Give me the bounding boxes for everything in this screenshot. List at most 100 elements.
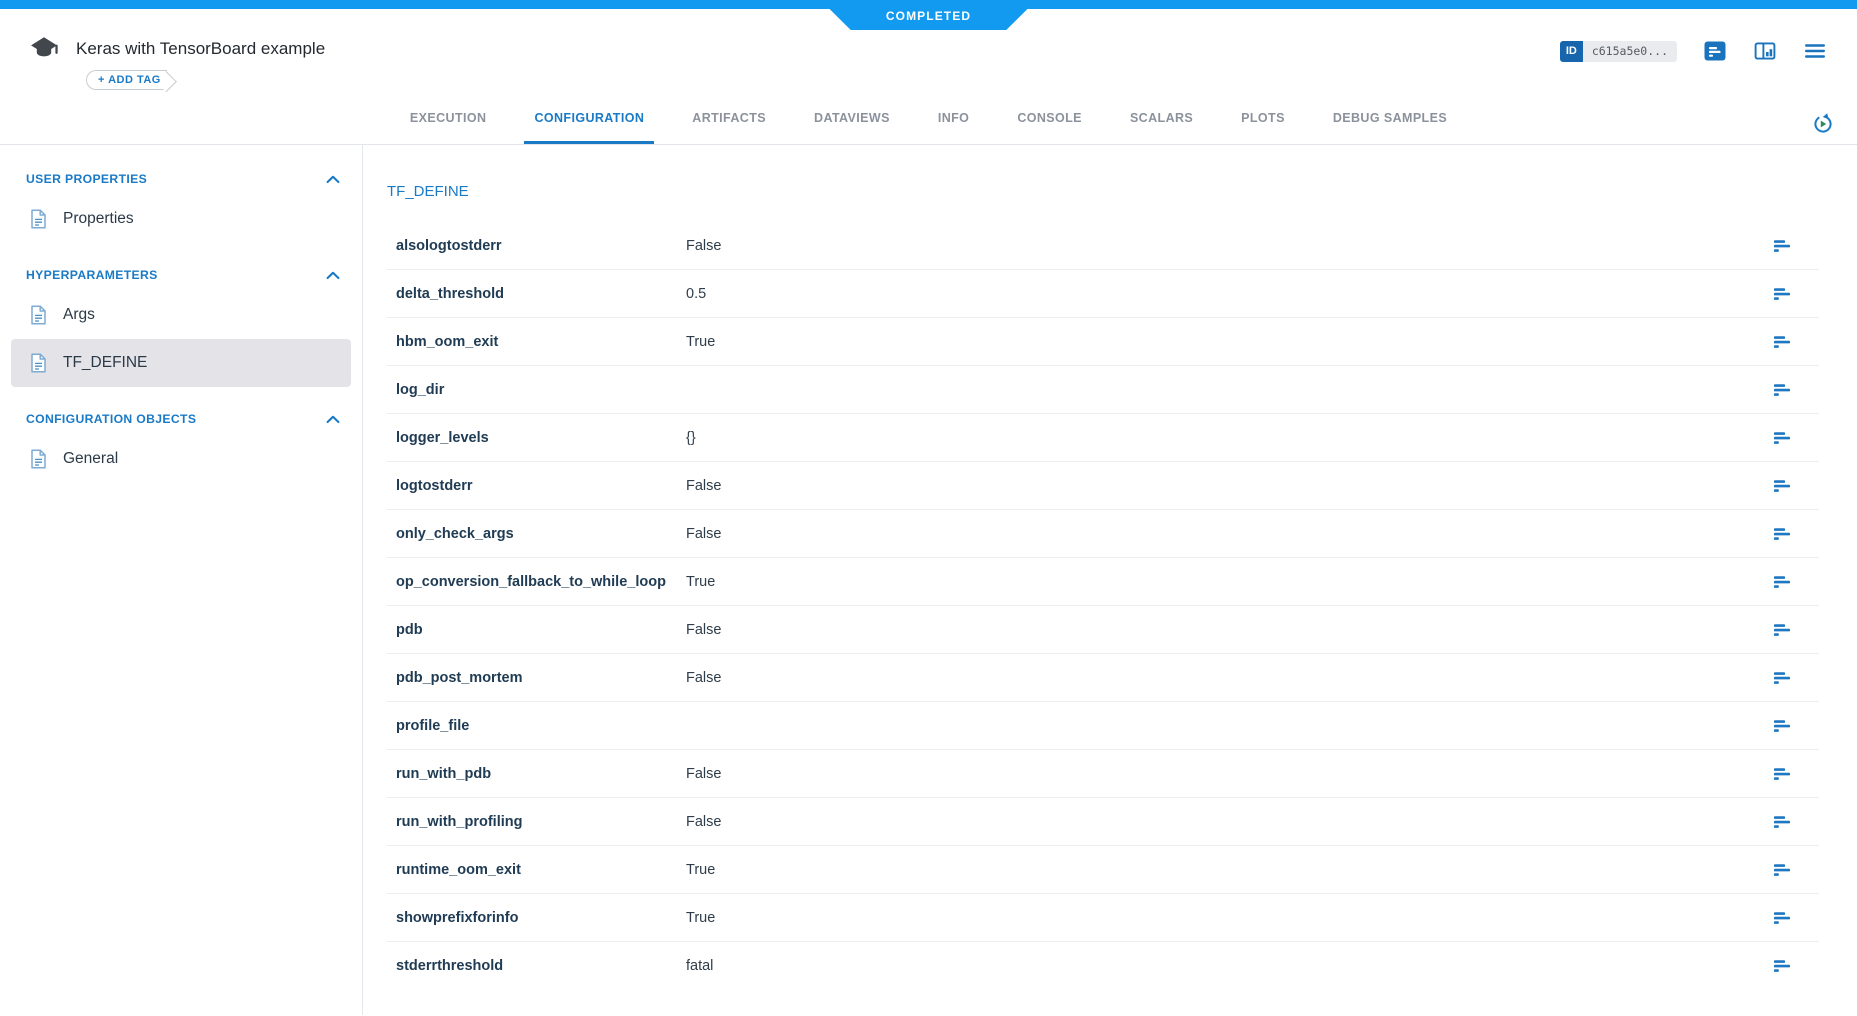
param-value: False — [686, 622, 1773, 638]
sidebar-item-tf-define[interactable]: TF_DEFINE — [11, 339, 351, 387]
param-table: alsologtostderr False delta_threshold 0.… — [387, 222, 1819, 990]
chevron-up-icon[interactable] — [326, 175, 340, 184]
param-name: alsologtostderr — [396, 238, 686, 254]
tab-info[interactable]: INFO — [928, 111, 979, 144]
details-panel-icon[interactable] — [1703, 39, 1727, 63]
param-name: logtostderr — [396, 478, 686, 494]
param-details-icon[interactable] — [1773, 815, 1791, 829]
tab-scalars[interactable]: SCALARS — [1120, 111, 1203, 144]
param-row: logger_levels {} — [387, 414, 1819, 462]
param-row: run_with_pdb False — [387, 750, 1819, 798]
sidebar-section-items: General — [0, 435, 362, 483]
param-details-icon[interactable] — [1773, 431, 1791, 445]
param-name: delta_threshold — [396, 286, 686, 302]
param-value: False — [686, 526, 1773, 542]
document-icon — [30, 209, 47, 229]
param-value: True — [686, 574, 1773, 590]
tab-artifacts[interactable]: ARTIFACTS — [682, 111, 776, 144]
param-value: False — [686, 814, 1773, 830]
chevron-up-icon[interactable] — [326, 271, 340, 280]
param-name: runtime_oom_exit — [396, 862, 686, 878]
param-details-icon[interactable] — [1773, 863, 1791, 877]
param-row: run_with_profiling False — [387, 798, 1819, 846]
experiment-title: Keras with TensorBoard example — [76, 39, 325, 59]
param-row: pdb_post_mortem False — [387, 654, 1819, 702]
param-name: op_conversion_fallback_to_while_loop — [396, 574, 686, 590]
sidebar-section: USER PROPERTIES Properties — [0, 171, 362, 243]
param-value: {} — [686, 430, 1773, 446]
content-layout: USER PROPERTIES Properties HYPERPARAMETE… — [0, 145, 1857, 1015]
param-details-icon[interactable] — [1773, 911, 1791, 925]
tab-bar: EXECUTION CONFIGURATION ARTIFACTS DATAVIEWS… — [0, 111, 1857, 144]
param-details-icon[interactable] — [1773, 575, 1791, 589]
sidebar-section-label: CONFIGURATION OBJECTS — [26, 412, 196, 426]
param-details-icon[interactable] — [1773, 719, 1791, 733]
param-value: True — [686, 862, 1773, 878]
sidebar: USER PROPERTIES Properties HYPERPARAMETE… — [0, 145, 363, 1015]
param-row: delta_threshold 0.5 — [387, 270, 1819, 318]
sidebar-section-header[interactable]: USER PROPERTIES — [0, 171, 362, 187]
param-name: log_dir — [396, 382, 686, 398]
add-tag-label: + ADD TAG — [98, 74, 161, 86]
sidebar-item-label: General — [63, 450, 118, 468]
param-details-icon[interactable] — [1773, 335, 1791, 349]
param-row: alsologtostderr False — [387, 222, 1819, 270]
param-value: True — [686, 334, 1773, 350]
document-icon — [30, 449, 47, 469]
split-view-icon[interactable] — [1753, 39, 1777, 63]
experiment-icon — [28, 33, 60, 65]
sidebar-item-label: Properties — [63, 210, 134, 228]
experiment-header: Keras with TensorBoard example — [28, 33, 325, 65]
tab-dataviews[interactable]: DATAVIEWS — [804, 111, 900, 144]
sidebar-section: HYPERPARAMETERS Args TF_DEFINE — [0, 267, 362, 387]
param-name: logger_levels — [396, 430, 686, 446]
sidebar-item-general[interactable]: General — [11, 435, 351, 483]
param-value: False — [686, 478, 1773, 494]
param-details-icon[interactable] — [1773, 527, 1791, 541]
section-title: TF_DEFINE — [387, 183, 1819, 200]
param-details-icon[interactable] — [1773, 671, 1791, 685]
sidebar-section-label: HYPERPARAMETERS — [26, 268, 158, 282]
tab-plots[interactable]: PLOTS — [1231, 111, 1295, 144]
param-name: hbm_oom_exit — [396, 334, 686, 350]
sidebar-section-items: Args TF_DEFINE — [0, 291, 362, 387]
sidebar-item-args[interactable]: Args — [11, 291, 351, 339]
param-row: runtime_oom_exit True — [387, 846, 1819, 894]
param-details-icon[interactable] — [1773, 287, 1791, 301]
param-value: False — [686, 670, 1773, 686]
param-name: only_check_args — [396, 526, 686, 542]
param-row: logtostderr False — [387, 462, 1819, 510]
auto-refresh-icon[interactable] — [1811, 112, 1835, 136]
tab-configuration[interactable]: CONFIGURATION — [524, 111, 654, 144]
param-details-icon[interactable] — [1773, 383, 1791, 397]
param-value: False — [686, 238, 1773, 254]
sidebar-item-properties[interactable]: Properties — [11, 195, 351, 243]
param-details-icon[interactable] — [1773, 623, 1791, 637]
menu-icon[interactable] — [1803, 39, 1827, 63]
param-row: op_conversion_fallback_to_while_loop Tru… — [387, 558, 1819, 606]
param-name: stderrthreshold — [396, 958, 686, 974]
id-badge: ID — [1560, 41, 1583, 62]
param-details-icon[interactable] — [1773, 239, 1791, 253]
sidebar-section-header[interactable]: CONFIGURATION OBJECTS — [0, 411, 362, 427]
param-details-icon[interactable] — [1773, 479, 1791, 493]
sidebar-section-header[interactable]: HYPERPARAMETERS — [0, 267, 362, 283]
tab-console[interactable]: CONSOLE — [1007, 111, 1092, 144]
param-name: run_with_pdb — [396, 766, 686, 782]
sidebar-item-label: Args — [63, 306, 95, 324]
param-row: showprefixforinfo True — [387, 894, 1819, 942]
param-row: log_dir — [387, 366, 1819, 414]
sidebar-section: CONFIGURATION OBJECTS General — [0, 411, 362, 483]
experiment-id-chip[interactable]: ID c615a5e0... — [1560, 41, 1677, 62]
document-icon — [30, 305, 47, 325]
param-row: only_check_args False — [387, 510, 1819, 558]
param-name: pdb_post_mortem — [396, 670, 686, 686]
tab-execution[interactable]: EXECUTION — [400, 111, 497, 144]
main-content: TF_DEFINE alsologtostderr False delta_th… — [363, 145, 1857, 1015]
param-name: run_with_profiling — [396, 814, 686, 830]
chevron-up-icon[interactable] — [326, 415, 340, 424]
param-details-icon[interactable] — [1773, 767, 1791, 781]
param-details-icon[interactable] — [1773, 959, 1791, 973]
tab-debug-samples[interactable]: DEBUG SAMPLES — [1323, 111, 1457, 144]
add-tag-button[interactable]: + ADD TAG — [86, 70, 167, 90]
